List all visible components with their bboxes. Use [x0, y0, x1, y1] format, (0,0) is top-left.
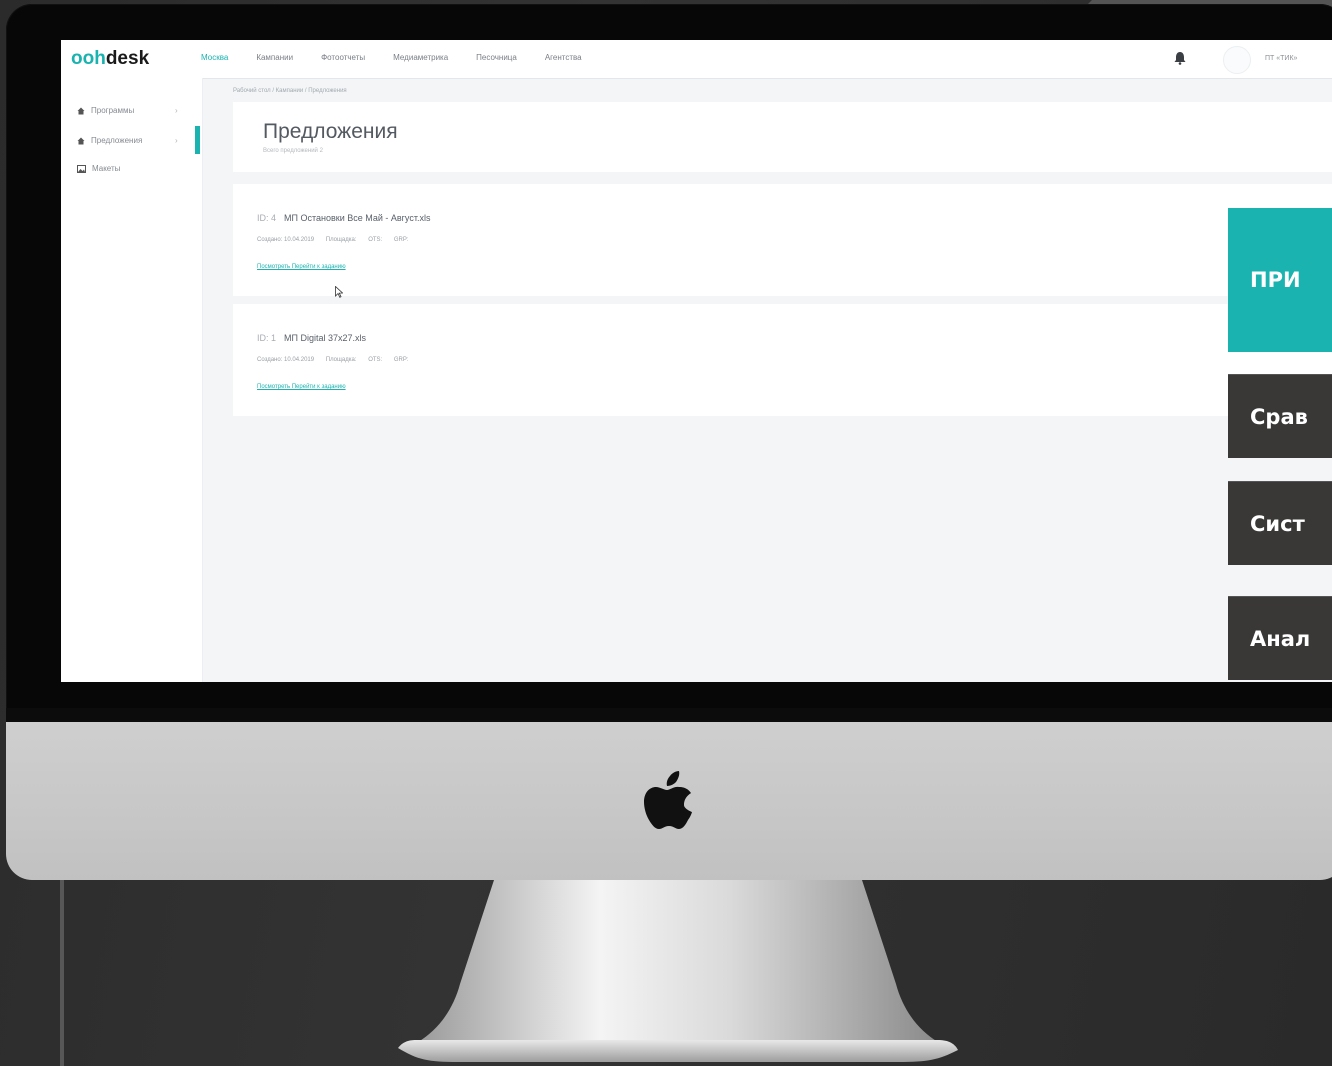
proposal-meta: Создано: 10.04.2019 Площадка: OTS: GRP:	[257, 237, 419, 243]
monitor-stand	[398, 880, 958, 1062]
apple-logo-icon	[644, 771, 692, 829]
user-name[interactable]: ПТ «ТИК»	[1265, 55, 1297, 62]
main-nav: Москва Кампании Фотоотчеты Медиаметрика …	[201, 53, 610, 62]
bell-icon[interactable]	[1173, 51, 1187, 65]
feature-button-analytics[interactable]: Анал	[1228, 596, 1332, 680]
feature-button-compare[interactable]: Срав	[1228, 374, 1332, 458]
proposal-card: ID: 1 МП Digital 37x27.xls Создано: 10.04…	[233, 304, 1332, 416]
proposal-area: Площадка:	[325, 237, 357, 243]
proposal-created: Создано: 10.04.2019	[257, 237, 315, 243]
sidebar-item-programs[interactable]: Программы ›	[77, 106, 178, 115]
proposal-grp: GRP:	[393, 357, 409, 363]
sidebar: Программы › Предложения › Макеты	[61, 78, 203, 682]
proposal-created: Создано: 10.04.2019	[257, 357, 315, 363]
proposal-links[interactable]: Посмотреть Перейти к заданию	[257, 384, 346, 390]
proposal-id: ID: 1	[257, 333, 277, 343]
page-subtitle: Всего предложений 2	[263, 148, 323, 154]
nav-item-photoreports[interactable]: Фотоотчеты	[321, 53, 365, 62]
nav-item-campaigns[interactable]: Кампании	[256, 53, 293, 62]
sidebar-item-label: Программы	[91, 106, 135, 115]
proposal-id: ID: 4	[257, 213, 277, 223]
page-header: Предложения Всего предложений 2	[233, 102, 1332, 172]
nav-item-sandbox[interactable]: Песочница	[476, 53, 517, 62]
chevron-right-icon: ›	[175, 136, 178, 145]
nav-item-moscow[interactable]: Москва	[201, 53, 228, 62]
chevron-right-icon: ›	[175, 106, 178, 115]
logo-prefix: ooh	[71, 48, 106, 69]
logo-suffix: desk	[105, 48, 150, 69]
feature-button-primary[interactable]: ПРИ	[1228, 208, 1332, 352]
sidebar-item-layouts[interactable]: Макеты	[77, 164, 120, 173]
image-icon	[77, 164, 86, 173]
sidebar-item-proposals[interactable]: Предложения ›	[77, 136, 178, 145]
proposal-ots: OTS:	[368, 237, 383, 243]
avatar[interactable]	[1223, 46, 1251, 74]
mouse-cursor-icon	[335, 286, 343, 298]
proposal-title[interactable]: ID: 1 МП Digital 37x27.xls	[257, 333, 366, 343]
proposal-title[interactable]: ID: 4 МП Остановки Все Май - Август.xls	[257, 213, 430, 223]
proposal-name: МП Digital 37x27.xls	[284, 333, 367, 343]
proposal-card: ID: 4 МП Остановки Все Май - Август.xls С…	[233, 184, 1332, 296]
page-title: Предложения	[263, 120, 398, 143]
breadcrumb[interactable]: Рабочий стол / Кампании / Предложения	[233, 88, 347, 94]
home-icon	[77, 137, 85, 144]
proposal-name: МП Остановки Все Май - Август.xls	[284, 213, 431, 223]
proposal-ots: OTS:	[368, 357, 383, 363]
nav-item-agencies[interactable]: Агентства	[545, 53, 582, 62]
stand-edge	[60, 880, 64, 1066]
home-icon	[77, 107, 85, 114]
proposal-grp: GRP:	[393, 237, 409, 243]
top-navigation: oohdesk Москва Кампании Фотоотчеты Медиа…	[61, 40, 1332, 79]
feature-button-system[interactable]: Сист	[1228, 481, 1332, 565]
app-logo[interactable]: oohdesk	[71, 48, 149, 70]
proposal-meta: Создано: 10.04.2019 Площадка: OTS: GRP:	[257, 357, 419, 363]
screen: oohdesk Москва Кампании Фотоотчеты Медиа…	[61, 40, 1332, 682]
sidebar-item-label: Предложения	[91, 136, 143, 145]
proposal-area: Площадка:	[325, 357, 357, 363]
nav-item-mediametrics[interactable]: Медиаметрика	[393, 53, 448, 62]
sidebar-item-label: Макеты	[92, 164, 121, 173]
proposal-links[interactable]: Посмотреть Перейти к заданию	[257, 264, 346, 270]
sidebar-active-marker	[195, 126, 200, 154]
